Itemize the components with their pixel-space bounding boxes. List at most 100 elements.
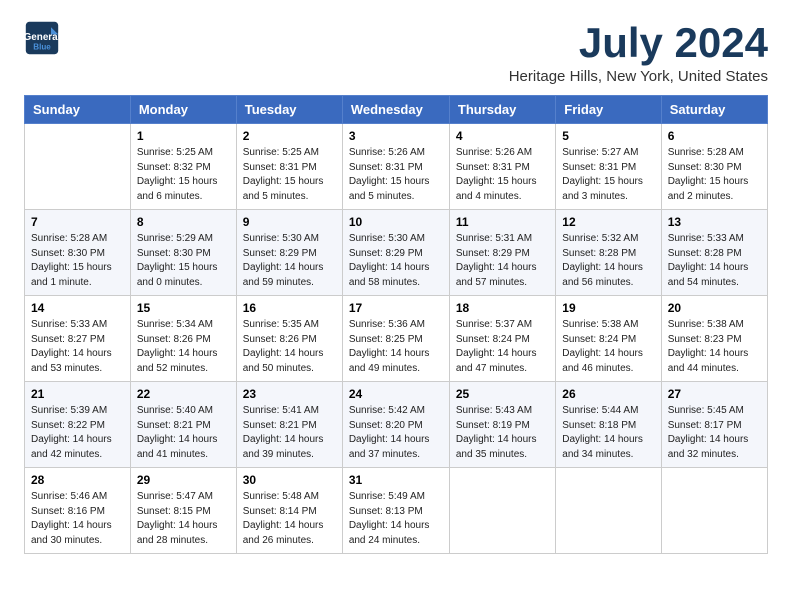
day-number: 11 xyxy=(456,215,549,229)
day-number: 7 xyxy=(31,215,124,229)
day-info: Sunrise: 5:40 AMSunset: 8:21 PMDaylight:… xyxy=(137,404,230,462)
day-info: Sunrise: 5:25 AMSunset: 8:32 PMDaylight:… xyxy=(137,146,230,204)
table-row: 13 Sunrise: 5:33 AMSunset: 8:28 PMDayligh… xyxy=(661,210,767,296)
day-number: 18 xyxy=(456,301,549,315)
day-info: Sunrise: 5:49 AMSunset: 8:13 PMDaylight:… xyxy=(349,490,443,548)
day-info: Sunrise: 5:39 AMSunset: 8:22 PMDaylight:… xyxy=(31,404,124,462)
day-number: 17 xyxy=(349,301,443,315)
day-number: 20 xyxy=(668,301,761,315)
table-row: 1 Sunrise: 5:25 AMSunset: 8:32 PMDaylight… xyxy=(130,124,236,210)
table-row: 26 Sunrise: 5:44 AMSunset: 8:18 PMDayligh… xyxy=(556,382,661,468)
table-row: 30Sunrise: 5:48 AMSunset: 8:14 PMDayligh… xyxy=(236,468,342,554)
svg-text:Blue: Blue xyxy=(33,43,51,52)
page-header: General Blue July 2024 Heritage Hills, N… xyxy=(24,20,768,85)
day-info: Sunrise: 5:30 AMSunset: 8:29 PMDaylight:… xyxy=(243,232,336,290)
day-number: 1 xyxy=(137,129,230,143)
day-info: Sunrise: 5:25 AMSunset: 8:31 PMDaylight:… xyxy=(243,146,336,204)
calendar-week-row: 1 Sunrise: 5:25 AMSunset: 8:32 PMDaylight… xyxy=(25,124,768,210)
day-info: Sunrise: 5:26 AMSunset: 8:31 PMDaylight:… xyxy=(456,146,549,204)
day-info: Sunrise: 5:38 AMSunset: 8:24 PMDaylight:… xyxy=(562,318,654,376)
table-row: 8Sunrise: 5:29 AMSunset: 8:30 PMDaylight… xyxy=(130,210,236,296)
day-number: 24 xyxy=(349,387,443,401)
calendar-week-row: 7 Sunrise: 5:28 AMSunset: 8:30 PMDaylight… xyxy=(25,210,768,296)
table-row: 22 Sunrise: 5:40 AMSunset: 8:21 PMDayligh… xyxy=(130,382,236,468)
day-info: Sunrise: 5:47 AMSunset: 8:15 PMDaylight:… xyxy=(137,490,230,548)
table-row: 23Sunrise: 5:41 AMSunset: 8:21 PMDayligh… xyxy=(236,382,342,468)
table-row: 27 Sunrise: 5:45 AMSunset: 8:17 PMDayligh… xyxy=(661,382,767,468)
day-number: 2 xyxy=(243,129,336,143)
table-row: 12Sunrise: 5:32 AMSunset: 8:28 PMDayligh… xyxy=(556,210,661,296)
day-info: Sunrise: 5:42 AMSunset: 8:20 PMDaylight:… xyxy=(349,404,443,462)
day-number: 28 xyxy=(31,473,124,487)
calendar-week-row: 21Sunrise: 5:39 AMSunset: 8:22 PMDayligh… xyxy=(25,382,768,468)
table-row: 4Sunrise: 5:26 AMSunset: 8:31 PMDaylight… xyxy=(449,124,555,210)
day-number: 25 xyxy=(456,387,549,401)
day-number: 22 xyxy=(137,387,230,401)
col-monday: Monday xyxy=(130,96,236,124)
day-info: Sunrise: 5:31 AMSunset: 8:29 PMDaylight:… xyxy=(456,232,549,290)
day-info: Sunrise: 5:46 AMSunset: 8:16 PMDaylight:… xyxy=(31,490,124,548)
table-row: 29 Sunrise: 5:47 AMSunset: 8:15 PMDayligh… xyxy=(130,468,236,554)
table-row xyxy=(661,468,767,554)
calendar-title: July 2024 xyxy=(509,20,768,66)
day-info: Sunrise: 5:38 AMSunset: 8:23 PMDaylight:… xyxy=(668,318,761,376)
day-number: 5 xyxy=(562,129,654,143)
table-row: 24 Sunrise: 5:42 AMSunset: 8:20 PMDayligh… xyxy=(342,382,449,468)
day-number: 27 xyxy=(668,387,761,401)
day-info: Sunrise: 5:48 AMSunset: 8:14 PMDaylight:… xyxy=(243,490,336,548)
table-row: 7 Sunrise: 5:28 AMSunset: 8:30 PMDaylight… xyxy=(25,210,131,296)
day-info: Sunrise: 5:28 AMSunset: 8:30 PMDaylight:… xyxy=(31,232,124,290)
day-number: 26 xyxy=(562,387,654,401)
day-number: 19 xyxy=(562,301,654,315)
title-block: July 2024 Heritage Hills, New York, Unit… xyxy=(509,20,768,85)
day-number: 6 xyxy=(668,129,761,143)
day-info: Sunrise: 5:35 AMSunset: 8:26 PMDaylight:… xyxy=(243,318,336,376)
day-info: Sunrise: 5:43 AMSunset: 8:19 PMDaylight:… xyxy=(456,404,549,462)
table-row: 2 Sunrise: 5:25 AMSunset: 8:31 PMDaylight… xyxy=(236,124,342,210)
day-number: 29 xyxy=(137,473,230,487)
day-info: Sunrise: 5:26 AMSunset: 8:31 PMDaylight:… xyxy=(349,146,443,204)
day-info: Sunrise: 5:30 AMSunset: 8:29 PMDaylight:… xyxy=(349,232,443,290)
day-number: 9 xyxy=(243,215,336,229)
day-info: Sunrise: 5:33 AMSunset: 8:28 PMDaylight:… xyxy=(668,232,761,290)
table-row: 21Sunrise: 5:39 AMSunset: 8:22 PMDayligh… xyxy=(25,382,131,468)
logo-icon: General Blue xyxy=(24,20,60,56)
day-info: Sunrise: 5:36 AMSunset: 8:25 PMDaylight:… xyxy=(349,318,443,376)
day-info: Sunrise: 5:44 AMSunset: 8:18 PMDaylight:… xyxy=(562,404,654,462)
day-info: Sunrise: 5:27 AMSunset: 8:31 PMDaylight:… xyxy=(562,146,654,204)
table-row: 31Sunrise: 5:49 AMSunset: 8:13 PMDayligh… xyxy=(342,468,449,554)
day-number: 8 xyxy=(137,215,230,229)
table-row: 17 Sunrise: 5:36 AMSunset: 8:25 PMDayligh… xyxy=(342,296,449,382)
day-info: Sunrise: 5:37 AMSunset: 8:24 PMDaylight:… xyxy=(456,318,549,376)
table-row: 28 Sunrise: 5:46 AMSunset: 8:16 PMDayligh… xyxy=(25,468,131,554)
table-row: 19 Sunrise: 5:38 AMSunset: 8:24 PMDayligh… xyxy=(556,296,661,382)
day-info: Sunrise: 5:33 AMSunset: 8:27 PMDaylight:… xyxy=(31,318,124,376)
table-row: 6 Sunrise: 5:28 AMSunset: 8:30 PMDaylight… xyxy=(661,124,767,210)
table-row: 3Sunrise: 5:26 AMSunset: 8:31 PMDaylight… xyxy=(342,124,449,210)
day-number: 13 xyxy=(668,215,761,229)
calendar-week-row: 28 Sunrise: 5:46 AMSunset: 8:16 PMDayligh… xyxy=(25,468,768,554)
table-row xyxy=(25,124,131,210)
day-info: Sunrise: 5:32 AMSunset: 8:28 PMDaylight:… xyxy=(562,232,654,290)
table-row: 9 Sunrise: 5:30 AMSunset: 8:29 PMDaylight… xyxy=(236,210,342,296)
table-row xyxy=(449,468,555,554)
day-info: Sunrise: 5:45 AMSunset: 8:17 PMDaylight:… xyxy=(668,404,761,462)
calendar-subtitle: Heritage Hills, New York, United States xyxy=(509,68,768,85)
col-thursday: Thursday xyxy=(449,96,555,124)
calendar-table: Sunday Monday Tuesday Wednesday Thursday… xyxy=(24,95,768,554)
day-info: Sunrise: 5:34 AMSunset: 8:26 PMDaylight:… xyxy=(137,318,230,376)
table-row: 14Sunrise: 5:33 AMSunset: 8:27 PMDayligh… xyxy=(25,296,131,382)
day-number: 23 xyxy=(243,387,336,401)
table-row: 10Sunrise: 5:30 AMSunset: 8:29 PMDayligh… xyxy=(342,210,449,296)
day-info: Sunrise: 5:28 AMSunset: 8:30 PMDaylight:… xyxy=(668,146,761,204)
table-row xyxy=(556,468,661,554)
day-number: 16 xyxy=(243,301,336,315)
col-sunday: Sunday xyxy=(25,96,131,124)
table-row: 5 Sunrise: 5:27 AMSunset: 8:31 PMDaylight… xyxy=(556,124,661,210)
table-row: 25 Sunrise: 5:43 AMSunset: 8:19 PMDayligh… xyxy=(449,382,555,468)
table-row: 15 Sunrise: 5:34 AMSunset: 8:26 PMDayligh… xyxy=(130,296,236,382)
calendar-week-row: 14Sunrise: 5:33 AMSunset: 8:27 PMDayligh… xyxy=(25,296,768,382)
col-friday: Friday xyxy=(556,96,661,124)
col-saturday: Saturday xyxy=(661,96,767,124)
day-number: 15 xyxy=(137,301,230,315)
